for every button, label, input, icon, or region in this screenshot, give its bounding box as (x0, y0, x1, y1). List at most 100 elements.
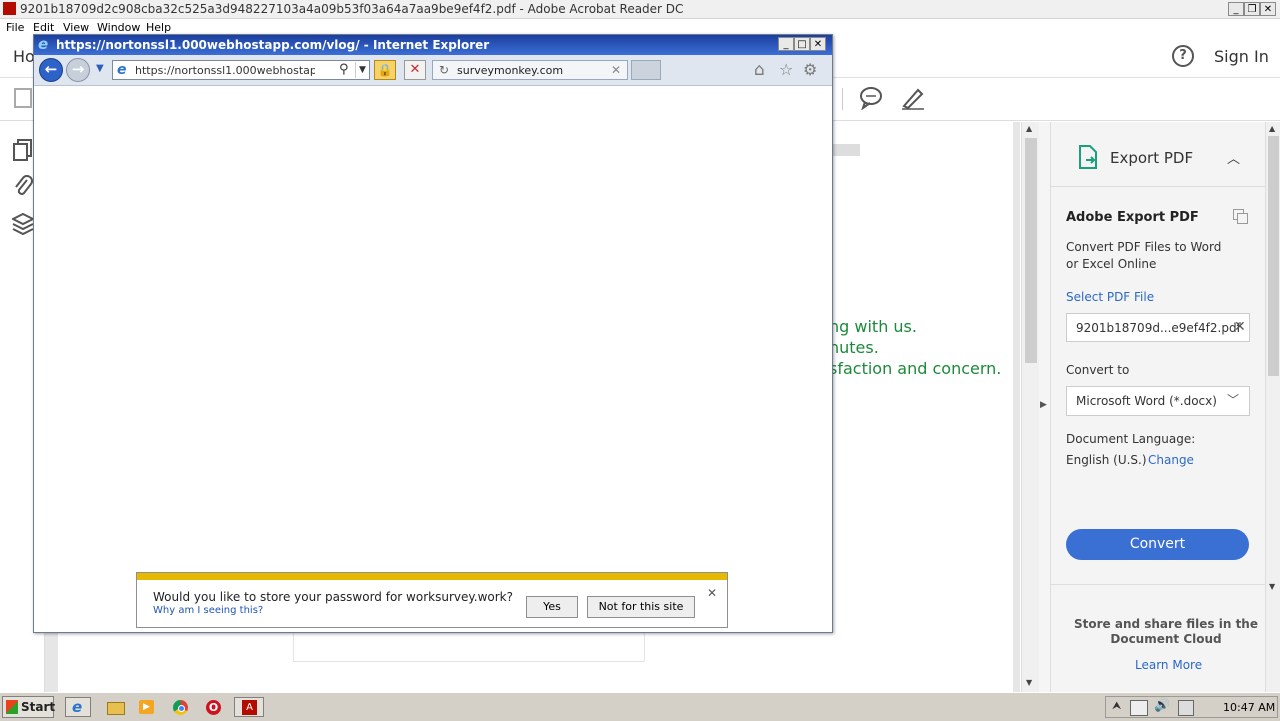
chevron-down-icon: ﹀ (1227, 393, 1240, 407)
convert-to-select[interactable]: Microsoft Word (*.docx) ﹀ (1066, 386, 1250, 416)
comment-icon[interactable] (858, 86, 884, 110)
taskbar-chrome-icon[interactable] (168, 697, 194, 717)
convert-to-label: Convert to (1066, 363, 1130, 377)
stop-icon[interactable]: ✕ (404, 60, 426, 80)
ie-address-text: https://nortonssl1.000webhostapp.com/v (135, 64, 315, 77)
pane-divider (1051, 186, 1266, 187)
taskbar-opera-icon[interactable]: O (201, 697, 227, 717)
tray-arrow-icon[interactable]: ⮝ (1112, 699, 1121, 713)
taskbar-media-icon[interactable]: ▶ (135, 697, 161, 717)
taskbar-explorer-icon[interactable] (103, 697, 129, 717)
tab-close-icon[interactable]: ✕ (611, 63, 621, 77)
page-ie-icon: e (117, 62, 127, 78)
pdf-icon (3, 2, 16, 15)
notification-stripe (137, 573, 727, 580)
network-icon[interactable] (1130, 700, 1148, 716)
right-pane-scrollbar[interactable]: ▲ ▼ (1265, 122, 1280, 692)
minimize-button[interactable]: _ (1228, 2, 1244, 16)
history-dropdown-icon[interactable]: ▼ (96, 63, 104, 74)
restore-button[interactable]: ❐ (1244, 2, 1260, 16)
export-description: Convert PDF Files to Word or Excel Onlin… (1066, 240, 1222, 271)
scroll-thumb[interactable] (1268, 136, 1279, 376)
pages-icon[interactable] (12, 138, 34, 162)
export-pdf-pane: Export PDF ︿ Adobe Export PDF Convert PD… (1050, 122, 1266, 692)
pane-collapse-strip[interactable]: ▶ (1039, 122, 1050, 692)
scroll-up-icon[interactable]: ▲ (1269, 124, 1275, 133)
doc-text-line: sfaction and concern. (829, 359, 1002, 378)
ie-window-title: https://nortonssl1.000webhostapp.com/vlo… (56, 38, 490, 52)
ie-title-bar: e https://nortonssl1.000webhostapp.com/v… (34, 35, 832, 55)
why-seeing-link[interactable]: Why am I seeing this? (153, 605, 263, 616)
ie-maximize-button[interactable]: □ (794, 37, 810, 51)
collapse-arrow-icon[interactable]: ▶ (1040, 400, 1047, 410)
back-button[interactable]: ← (39, 58, 63, 82)
close-button[interactable]: ✕ (1260, 2, 1276, 16)
cloud-promo-text: Store and share files in the Document Cl… (1073, 617, 1258, 646)
toolbar-divider (842, 88, 843, 110)
export-section-title: Adobe Export PDF (1066, 210, 1199, 225)
save-password-bar: Would you like to store your password fo… (136, 572, 728, 628)
acrobat-window-title: 9201b18709d2c908cba32c525a3d948227103a4a… (20, 2, 684, 16)
attachment-icon[interactable] (12, 174, 34, 198)
convert-button[interactable]: Convert (1066, 529, 1249, 560)
ie-content-area[interactable] (34, 86, 832, 632)
sign-in-link[interactable]: Sign In (1214, 47, 1269, 66)
scroll-thumb[interactable] (1025, 138, 1037, 363)
taskbar-ie-icon[interactable]: e (65, 697, 91, 717)
new-tab-button[interactable] (631, 60, 661, 80)
taskbar: Start e ▶ O A ⮝ 🔊 10:47 AM (0, 692, 1280, 721)
ie-logo-icon: e (38, 35, 49, 53)
doc-faded-field (293, 632, 645, 662)
ie-address-bar[interactable]: e https://nortonssl1.000webhostapp.com/v… (112, 60, 370, 80)
menu-window[interactable]: Window (97, 21, 140, 34)
pane-divider (1051, 584, 1266, 585)
scroll-down-icon[interactable]: ▼ (1026, 678, 1032, 687)
volume-icon[interactable]: 🔊 (1154, 698, 1170, 713)
sign-pen-icon[interactable] (900, 86, 926, 110)
menu-file[interactable]: File (6, 21, 24, 34)
clear-file-icon[interactable]: ✕ (1234, 319, 1246, 335)
help-icon[interactable]: ? (1172, 45, 1194, 67)
chevron-up-icon[interactable]: ︿ (1227, 148, 1240, 167)
menu-edit[interactable]: Edit (33, 21, 54, 34)
doc-text-line: ng with us. (829, 317, 917, 336)
learn-more-link[interactable]: Learn More (1135, 658, 1202, 672)
start-label: Start (21, 700, 56, 714)
favorites-star-icon[interactable]: ☆ (779, 60, 793, 79)
selected-file-field[interactable]: 9201b18709d...e9ef4f2.pdf ✕ (1066, 313, 1250, 342)
close-prompt-icon[interactable]: ✕ (707, 586, 717, 600)
forward-button[interactable]: → (66, 58, 90, 82)
ie-minimize-button[interactable]: _ (778, 37, 794, 51)
start-button[interactable]: Start (2, 696, 56, 718)
copy-icon[interactable] (1233, 209, 1248, 224)
scroll-up-icon[interactable]: ▲ (1026, 124, 1032, 133)
lock-icon[interactable]: 🔒 (374, 60, 396, 80)
scroll-down-icon[interactable]: ▼ (1269, 582, 1275, 591)
yes-button[interactable]: Yes (526, 596, 578, 618)
acrobat-title-bar: 9201b18709d2c908cba32c525a3d948227103a4a… (0, 0, 1280, 19)
doc-language-label: Document Language: (1066, 432, 1196, 446)
ie-window: e https://nortonssl1.000webhostapp.com/v… (33, 34, 833, 633)
tray-app-icon[interactable] (1178, 700, 1194, 716)
doc-text-line: nutes. (829, 338, 879, 357)
change-language-link[interactable]: Change (1148, 453, 1194, 467)
taskbar-acrobat-icon[interactable]: A (234, 697, 264, 717)
not-for-this-site-button[interactable]: Not for this site (587, 596, 695, 618)
layers-icon[interactable] (12, 212, 34, 236)
clock[interactable]: 10:47 AM (1223, 701, 1275, 714)
document-scrollbar[interactable]: ▲ ▼ (1021, 122, 1040, 692)
ie-navigation-bar: ← → ▼ e https://nortonssl1.000webhostapp… (34, 55, 832, 86)
ie-tab[interactable]: ↻ surveymonkey.com ✕ (432, 60, 628, 80)
windows-logo-icon (6, 700, 18, 714)
save-icon[interactable] (14, 88, 32, 108)
menu-help[interactable]: Help (146, 21, 171, 34)
convert-to-value: Microsoft Word (*.docx) (1076, 394, 1217, 408)
settings-gear-icon[interactable]: ⚙ (803, 60, 817, 79)
search-icon[interactable]: ⚲ (339, 62, 349, 77)
home-icon[interactable]: ⌂ (754, 60, 765, 80)
ie-close-button[interactable]: ✕ (810, 37, 826, 51)
home-tab[interactable]: Ho (13, 47, 35, 66)
address-dropdown-icon[interactable]: ▼ (355, 62, 369, 78)
menu-view[interactable]: View (63, 21, 89, 34)
export-pdf-header[interactable]: Export PDF (1110, 149, 1193, 167)
